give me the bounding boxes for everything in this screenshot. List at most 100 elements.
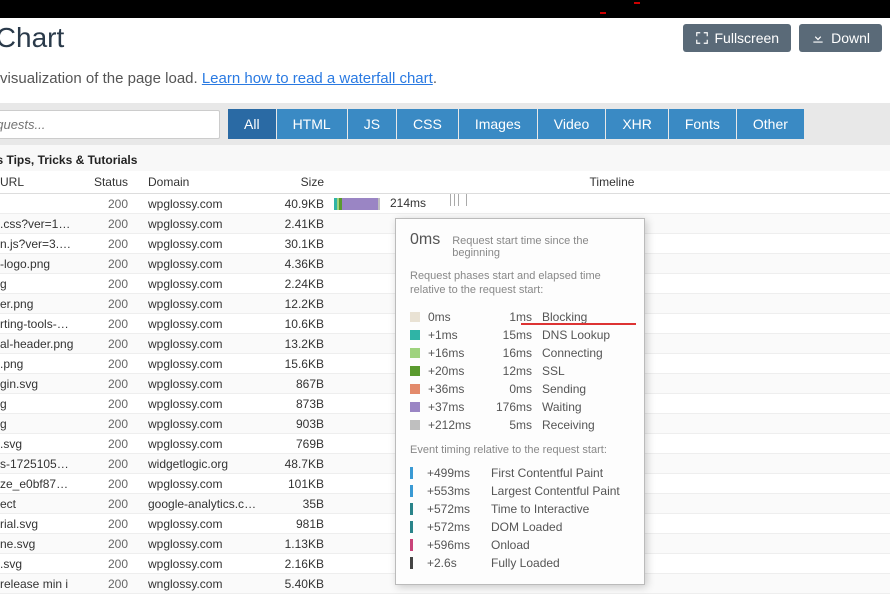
- cell-status: 200: [80, 415, 134, 433]
- cell-domain: wpglossy.com: [134, 555, 264, 573]
- page-title: all Chart: [0, 22, 64, 54]
- timing-total-label: 214ms: [390, 196, 426, 210]
- event-time: +596ms: [427, 538, 491, 552]
- cell-domain: wpglossy.com: [134, 275, 264, 293]
- cell-status: 200: [80, 295, 134, 313]
- tab-all[interactable]: All: [228, 109, 276, 139]
- filter-input[interactable]: [0, 110, 220, 139]
- cell-url: .svg: [0, 555, 80, 573]
- cell-domain: wpglossy.com: [134, 215, 264, 233]
- cell-url: er.png: [0, 295, 80, 313]
- phase-label: Receiving: [542, 418, 595, 432]
- cell-url: s-1725105600...: [0, 455, 80, 473]
- subtitle-link[interactable]: Learn how to read a waterfall chart: [202, 70, 433, 87]
- th-size[interactable]: Size: [264, 171, 334, 193]
- cell-size: 48.7KB: [264, 455, 334, 473]
- phase-start: +16ms: [428, 346, 484, 360]
- cell-status: 200: [80, 495, 134, 513]
- phase-duration: 16ms: [484, 346, 532, 360]
- phase-start: +20ms: [428, 364, 484, 378]
- header: all Chart Fullscreen Downl: [0, 18, 890, 54]
- cell-status: 200: [80, 515, 134, 533]
- event-time: +572ms: [427, 520, 491, 534]
- th-status[interactable]: Status: [80, 171, 134, 193]
- event-time: +553ms: [427, 484, 491, 498]
- phase-duration: 176ms: [484, 400, 532, 414]
- th-domain[interactable]: Domain: [134, 171, 264, 193]
- phase-color-swatch: [410, 366, 420, 376]
- th-timeline[interactable]: Timeline: [334, 171, 890, 193]
- tab-xhr[interactable]: XHR: [606, 109, 668, 139]
- cell-size: 4.36KB: [264, 255, 334, 273]
- phase-label: Connecting: [542, 346, 603, 360]
- timing-bar-segment: [378, 198, 380, 210]
- red-mark: [600, 12, 606, 14]
- cell-status: 200: [80, 215, 134, 233]
- cell-url: al-header.png: [0, 335, 80, 353]
- cell-status: 200: [80, 555, 134, 573]
- th-url[interactable]: URL: [0, 171, 80, 193]
- subtitle: -by-request visualization of the page lo…: [0, 70, 890, 87]
- cell-status: 200: [80, 275, 134, 293]
- event-label: Onload: [491, 538, 530, 552]
- phase-color-swatch: [410, 348, 420, 358]
- cell-size: 30.1KB: [264, 235, 334, 253]
- table-row[interactable]: 200wpglossy.com40.9KB214ms: [0, 194, 890, 214]
- red-mark: [634, 2, 640, 4]
- phase-label: DNS Lookup: [542, 328, 610, 342]
- tab-images[interactable]: Images: [459, 109, 537, 139]
- event-tick: [466, 194, 467, 206]
- table-header: URL Status Domain Size Timeline: [0, 171, 890, 194]
- event-color-bar: [410, 557, 413, 569]
- phase-row: +20ms12ms SSL: [410, 362, 630, 380]
- phase-row: +212ms5ms Receiving: [410, 416, 630, 434]
- tooltip-phases: 0ms1msBlocking+1ms15msDNS Lookup+16ms16m…: [410, 308, 630, 434]
- cell-domain: wpglossy.com: [134, 475, 264, 493]
- phase-duration: 12ms: [484, 364, 532, 378]
- cell-size: 2.24KB: [264, 275, 334, 293]
- phase-color-swatch: [410, 420, 420, 430]
- cell-size: 12.2KB: [264, 295, 334, 313]
- download-button[interactable]: Downl: [799, 24, 882, 52]
- event-color-bar: [410, 521, 413, 533]
- phase-label: Waiting: [542, 400, 582, 414]
- tab-js[interactable]: JS: [348, 109, 396, 139]
- cell-status: 200: [80, 315, 134, 333]
- cell-size: 15.6KB: [264, 355, 334, 373]
- phase-row: +16ms16ms Connecting: [410, 344, 630, 362]
- phase-duration: 5ms: [484, 418, 532, 432]
- header-buttons: Fullscreen Downl: [683, 24, 883, 52]
- cell-timeline: 214ms: [334, 194, 890, 213]
- tab-fonts[interactable]: Fonts: [669, 109, 736, 139]
- cell-size: 2.16KB: [264, 555, 334, 573]
- phase-label: SSL: [542, 364, 565, 378]
- phase-color-swatch: [410, 330, 420, 340]
- fullscreen-button[interactable]: Fullscreen: [683, 24, 792, 52]
- event-color-bar: [410, 503, 413, 515]
- phase-label: Sending: [542, 382, 586, 396]
- phase-label: Blocking: [542, 310, 587, 324]
- phase-start: +212ms: [428, 418, 484, 432]
- cell-url: rial.svg: [0, 515, 80, 533]
- tab-other[interactable]: Other: [737, 109, 804, 139]
- event-label: Largest Contentful Paint: [491, 484, 620, 498]
- cell-size: 40.9KB: [264, 195, 334, 213]
- event-row: +596msOnload: [410, 536, 630, 554]
- event-row: +572msTime to Interactive: [410, 500, 630, 518]
- cell-domain: wpglossy.com: [134, 375, 264, 393]
- event-label: Fully Loaded: [491, 556, 560, 570]
- cell-domain: wpglossy.com: [134, 415, 264, 433]
- cell-url: [0, 202, 80, 206]
- red-underline: [521, 323, 636, 325]
- cell-domain: google-analytics.com: [134, 495, 264, 513]
- page-label: WordPress Tips, Tricks & Tutorials: [0, 145, 890, 171]
- cell-domain: wpglossy.com: [134, 395, 264, 413]
- tab-css[interactable]: CSS: [397, 109, 458, 139]
- tab-html[interactable]: HTML: [277, 109, 347, 139]
- event-time: +2.6s: [427, 556, 491, 570]
- tooltip-phases-title: Request phases start and elapsed time re…: [410, 269, 630, 298]
- event-label: Time to Interactive: [491, 502, 589, 516]
- event-label: DOM Loaded: [491, 520, 562, 534]
- timing-bar-segment: [342, 198, 378, 210]
- tab-video[interactable]: Video: [538, 109, 606, 139]
